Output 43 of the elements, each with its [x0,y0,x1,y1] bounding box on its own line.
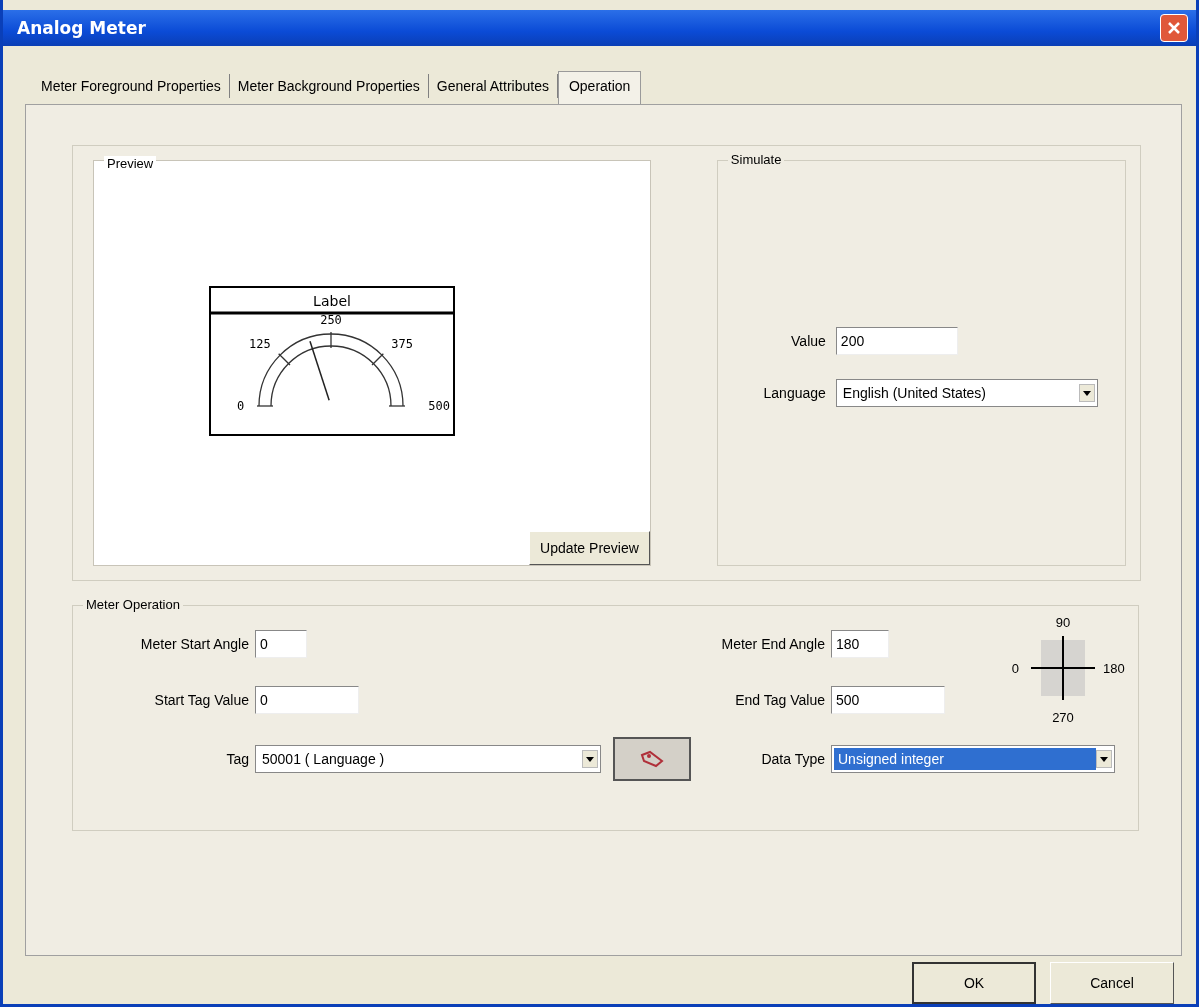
language-label: Language [762,385,826,401]
end-tag-label: End Tag Value [735,692,825,708]
angle-label: 180 [1103,661,1125,676]
end-tag-field[interactable]: 500 [831,686,945,714]
value-field[interactable]: 200 [835,327,958,355]
dialog-button[interactable]: OK [912,962,1036,1004]
start-tag-field[interactable]: 0 [255,686,359,714]
meter-operation-legend: Meter Operation [83,597,183,612]
meter-needle [309,340,330,402]
angle-label: 90 [1055,616,1071,630]
language-dropdown[interactable]: English (United States) [835,379,1098,407]
dialog-button[interactable]: Cancel [1050,962,1174,1004]
start-angle-field[interactable]: 0 [255,630,307,658]
scale-label: 375 [391,337,413,351]
scale-label: 250 [320,313,342,327]
scale-label: 500 [428,399,450,413]
tag-icon [638,749,666,769]
angle-label: 270 [1052,710,1074,725]
window-title: Analog Meter [17,18,146,38]
end-angle-label: Meter End Angle [721,636,825,652]
tab[interactable]: Meter Background Properties [229,74,429,98]
preview-legend: Preview [104,156,157,171]
tag-browse-button[interactable] [613,737,691,781]
tab[interactable]: General Attributes [428,74,558,98]
data-type-dropdown[interactable]: Unsigned integer [831,745,1115,773]
angle-label: 0 [1011,661,1019,676]
scale-label: 125 [248,337,271,351]
update-preview-button[interactable]: Update Preview [529,531,650,565]
angle-cross-drawing [1030,635,1096,701]
meter-label: Label [313,293,351,309]
value-label: Value [790,333,826,349]
scale-label: 0 [236,399,245,413]
start-tag-label: Start Tag Value [154,692,249,708]
tab[interactable]: Meter Foreground Properties [33,74,230,98]
tab[interactable]: Operation [557,71,642,104]
close-button[interactable] [1160,14,1188,42]
tag-label: Tag [226,751,249,767]
simulate-legend: Simulate [727,152,785,167]
data-type-label: Data Type [761,751,825,767]
tag-dropdown[interactable]: 50001 ( Language ) [255,745,601,773]
close-icon [1166,20,1182,36]
end-angle-field[interactable]: 180 [831,630,889,658]
start-angle-label: Meter Start Angle [140,636,249,652]
